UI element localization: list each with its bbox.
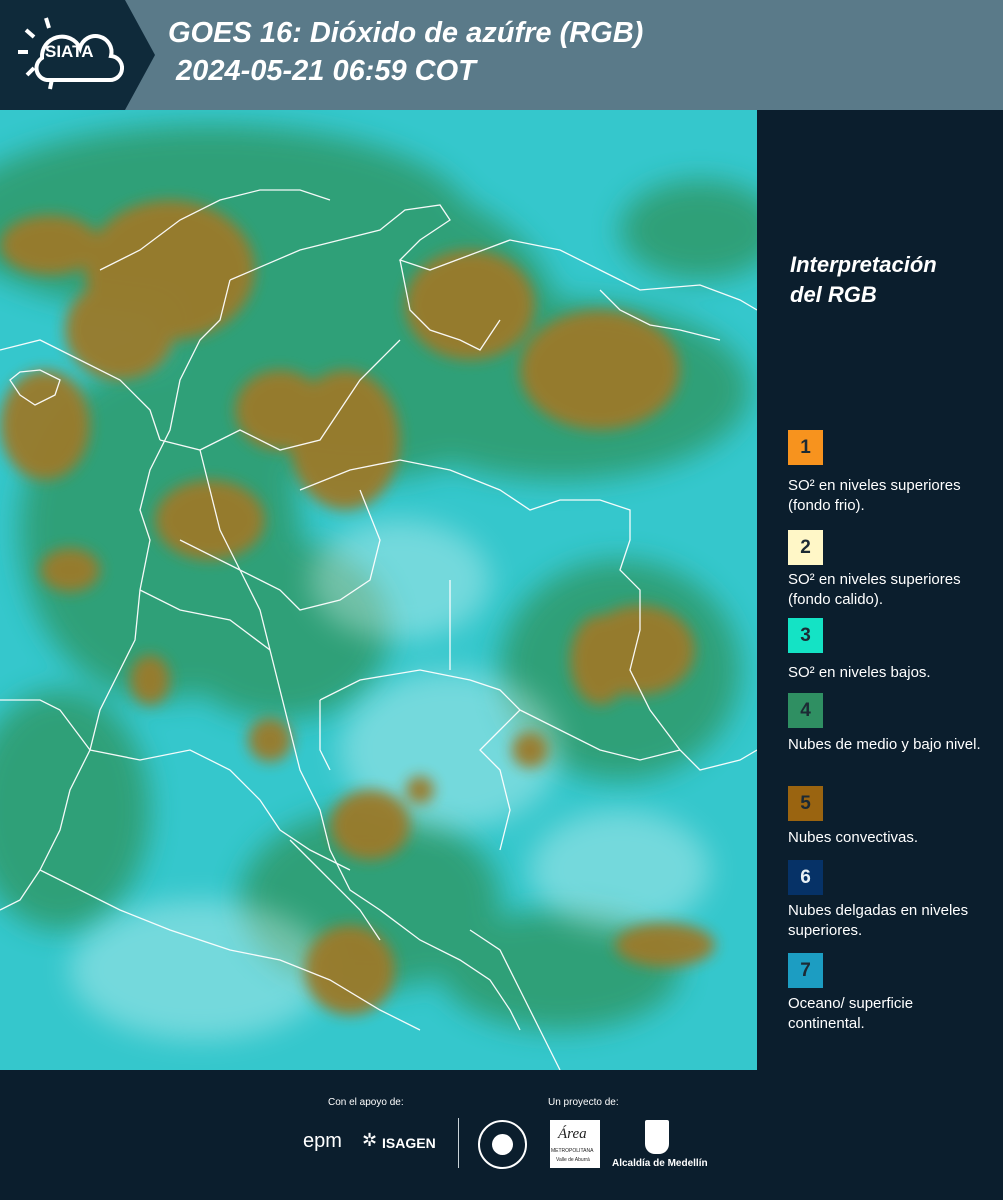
title-line-2: 2024-05-21 06:59 COT [168, 55, 476, 87]
legend-title-line-1: Interpretación [790, 252, 937, 277]
title-line-1: GOES 16: Dióxido de azúfre (RGB) [168, 17, 644, 49]
legend-label-7: Oceano/ superficie continental. [788, 995, 914, 1032]
legend-swatch-6: 6 [788, 860, 823, 895]
alcaldia-label: Alcaldía de Medellín [612, 1158, 708, 1169]
legend-label-4: Nubes de medio y bajo nivel. [788, 736, 981, 753]
legend-label-5: Nubes convectivas. [788, 829, 919, 846]
header: SIATA GOES 16: Dióxido de azúfre (RGB) 2… [0, 0, 1003, 110]
area-logo-text: Área [558, 1126, 587, 1142]
siata-logo[interactable]: SIATA [0, 0, 155, 110]
alcaldia-shield-icon[interactable] [645, 1120, 669, 1154]
satellite-map[interactable] [0, 110, 757, 1070]
legend-label-2: SO² en niveles superiores (fondo calido)… [788, 571, 961, 608]
medellin-seal-icon[interactable] [478, 1120, 527, 1169]
isagen-logo[interactable]: ISAGEN [382, 1135, 436, 1151]
isagen-icon: ✲ [362, 1130, 378, 1150]
area-logo-sub2: Valle de Aburrá [556, 1157, 590, 1163]
legend-title-line-2: del RGB [790, 282, 877, 307]
legend-swatch-7: 7 [788, 953, 823, 988]
legend-swatch-2: 2 [788, 530, 823, 565]
area-metropolitana-logo[interactable]: Área METROPOLITANA Valle de Aburrá [550, 1120, 600, 1168]
footer-divider [458, 1118, 459, 1168]
epm-logo[interactable]: epm [303, 1130, 342, 1153]
area-logo-sub1: METROPOLITANA [551, 1148, 594, 1154]
legend-swatch-5: 5 [788, 786, 823, 821]
legend-label-6: Nubes delgadas en niveles superiores. [788, 902, 969, 939]
project-label: Un proyecto de: [548, 1097, 619, 1108]
legend-label-3: SO² en niveles bajos. [788, 664, 931, 681]
satellite-image [0, 110, 757, 1070]
legend-panel: Interpretación del RGB 1 SO² en niveles s… [760, 110, 1003, 1070]
legend-label-1: SO² en niveles superiores (fondo frio). [788, 477, 961, 514]
legend-swatch-3: 3 [788, 618, 823, 653]
page-title: GOES 16: Dióxido de azúfre (RGB) 2024-05… [168, 14, 643, 90]
logo-text: SIATA [45, 42, 94, 61]
support-label: Con el apoyo de: [328, 1097, 404, 1108]
legend-swatch-4: 4 [788, 693, 823, 728]
legend-title: Interpretación del RGB [790, 250, 937, 310]
legend-swatch-1: 1 [788, 430, 823, 465]
footer: Con el apoyo de: Un proyecto de: epm ✲ I… [0, 1070, 1003, 1200]
